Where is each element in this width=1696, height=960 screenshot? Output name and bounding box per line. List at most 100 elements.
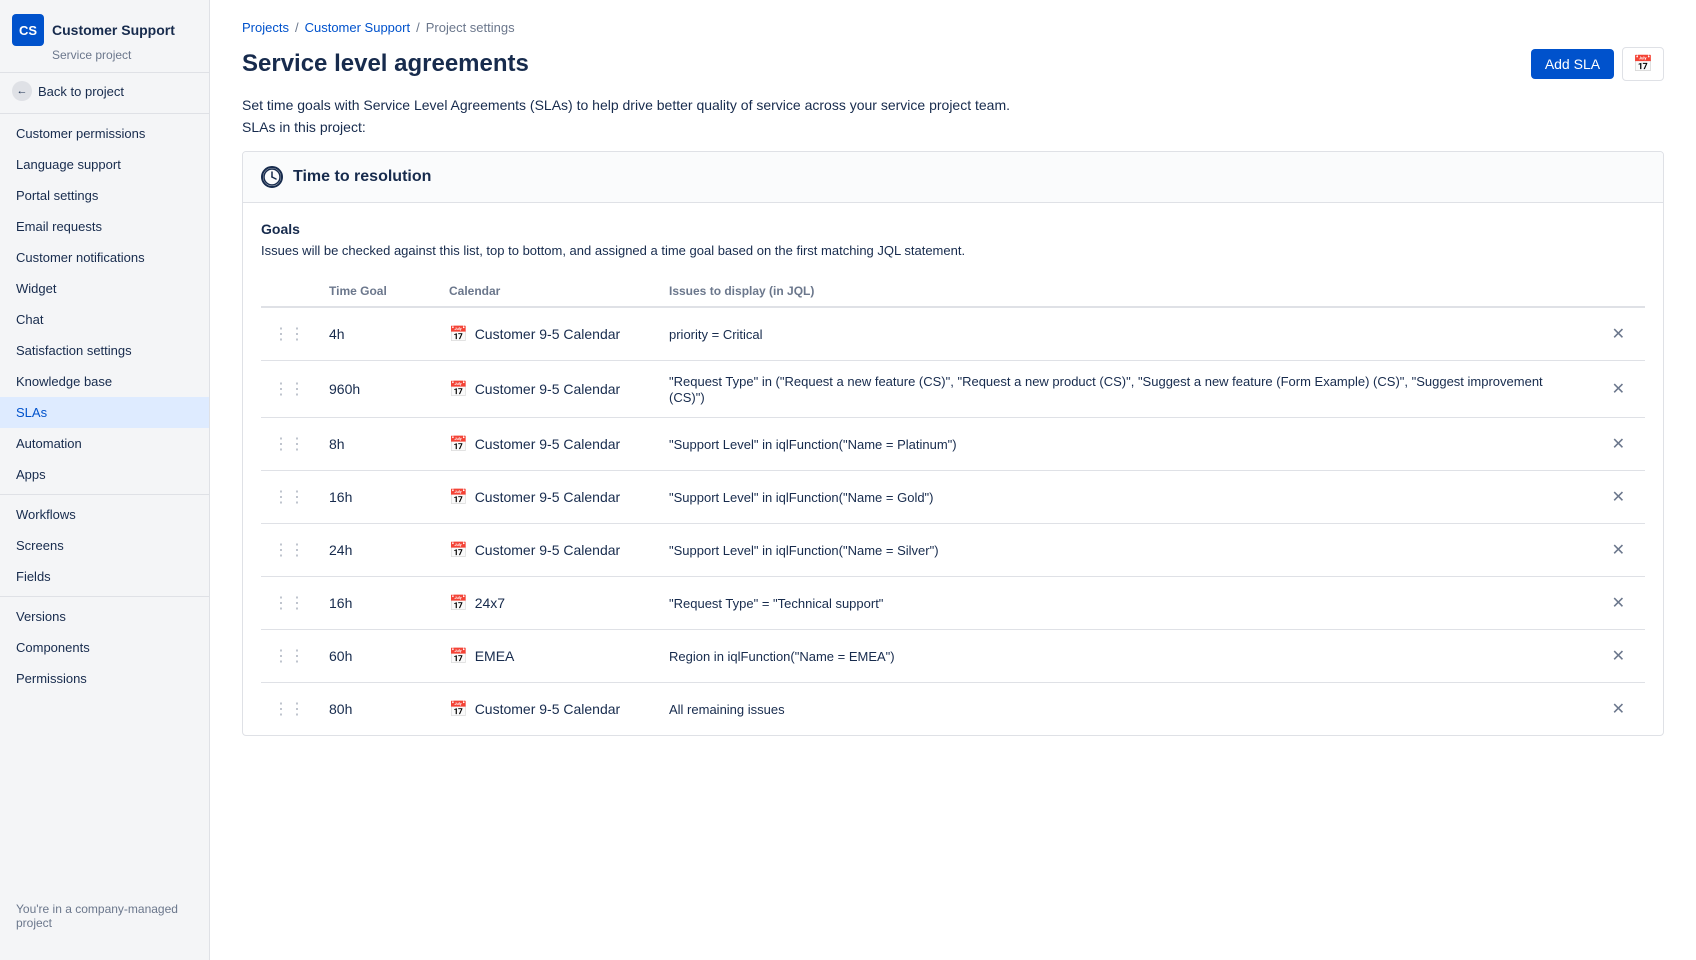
calendar-name: Customer 9-5 Calendar: [475, 326, 621, 342]
sidebar-header: CS Customer Support Service project: [0, 0, 209, 73]
sidebar-item-knowledge-base[interactable]: Knowledge base: [0, 366, 209, 397]
jql-cell: "Request Type" = "Technical support": [657, 577, 1592, 630]
sla-card: Time to resolution Goals Issues will be …: [242, 151, 1664, 736]
sidebar-item-customer-permissions[interactable]: Customer permissions: [0, 118, 209, 149]
sidebar-item-workflows[interactable]: Workflows: [0, 499, 209, 530]
calendar-icon: 📅: [449, 594, 468, 612]
remove-row-button[interactable]: ✕: [1604, 375, 1633, 403]
sidebar-divider-2: [0, 494, 209, 495]
th-remove: [1592, 276, 1645, 307]
drag-handle[interactable]: ⋮⋮: [261, 577, 317, 630]
sidebar-item-email-requests[interactable]: Email requests: [0, 211, 209, 242]
remove-row-button[interactable]: ✕: [1604, 430, 1633, 458]
back-to-project-button[interactable]: ← Back to project: [0, 73, 209, 109]
drag-handle[interactable]: ⋮⋮: [261, 307, 317, 361]
jql-cell: "Request Type" in ("Request a new featur…: [657, 361, 1592, 418]
calendar-icon: 📅: [449, 380, 468, 398]
company-managed-label: You're in a company-managed project: [0, 892, 209, 940]
sidebar-item-fields[interactable]: Fields: [0, 561, 209, 592]
remove-row-button[interactable]: ✕: [1604, 642, 1633, 670]
goals-description: Issues will be checked against this list…: [261, 243, 1645, 258]
breadcrumb-sep-2: /: [416, 20, 420, 35]
drag-handle[interactable]: ⋮⋮: [261, 471, 317, 524]
sidebar-item-apps[interactable]: Apps: [0, 459, 209, 490]
breadcrumb: Projects / Customer Support / Project se…: [242, 20, 1664, 35]
goals-title: Goals: [261, 221, 1645, 237]
drag-handle[interactable]: ⋮⋮: [261, 361, 317, 418]
sidebar-item-widget[interactable]: Widget: [0, 273, 209, 304]
time-goal-cell: 24h: [317, 524, 437, 577]
remove-row-button[interactable]: ✕: [1604, 320, 1633, 348]
breadcrumb-projects[interactable]: Projects: [242, 20, 289, 35]
sidebar-logo: CS: [12, 14, 44, 46]
sidebar-divider-3: [0, 596, 209, 597]
sla-card-title: Time to resolution: [293, 168, 431, 186]
sidebar-item-portal-settings[interactable]: Portal settings: [0, 180, 209, 211]
breadcrumb-customer-support[interactable]: Customer Support: [305, 20, 411, 35]
sidebar: CS Customer Support Service project ← Ba…: [0, 0, 210, 960]
jql-cell: Region in iqlFunction("Name = EMEA"): [657, 630, 1592, 683]
breadcrumb-sep-1: /: [295, 20, 299, 35]
sidebar-project-title: Customer Support: [52, 22, 175, 38]
sidebar-item-slas[interactable]: SLAs: [0, 397, 209, 428]
calendar-name: Customer 9-5 Calendar: [475, 701, 621, 717]
page-title: Service level agreements: [242, 50, 529, 78]
remove-cell: ✕: [1592, 683, 1645, 736]
back-arrow-icon: ←: [12, 81, 32, 101]
jql-cell: priority = Critical: [657, 307, 1592, 361]
clock-icon: [261, 166, 283, 188]
table-row: ⋮⋮ 60h 📅 EMEA Region in iqlFunction("Nam…: [261, 630, 1645, 683]
jql-text: All remaining issues: [669, 702, 785, 717]
jql-cell: "Support Level" in iqlFunction("Name = G…: [657, 471, 1592, 524]
calendar-icon: 📅: [449, 541, 468, 559]
remove-cell: ✕: [1592, 307, 1645, 361]
remove-row-button[interactable]: ✕: [1604, 536, 1633, 564]
calendar-name: Customer 9-5 Calendar: [475, 489, 621, 505]
table-row: ⋮⋮ 80h 📅 Customer 9-5 Calendar All remai…: [261, 683, 1645, 736]
sidebar-item-permissions[interactable]: Permissions: [0, 663, 209, 694]
remove-row-button[interactable]: ✕: [1604, 695, 1633, 723]
calendar-icon-button[interactable]: 📅: [1622, 47, 1664, 81]
sidebar-divider-1: [0, 113, 209, 114]
calendar-cell: 📅 Customer 9-5 Calendar: [437, 307, 657, 361]
sidebar-item-chat[interactable]: Chat: [0, 304, 209, 335]
table-row: ⋮⋮ 4h 📅 Customer 9-5 Calendar priority =…: [261, 307, 1645, 361]
sidebar-item-language-support[interactable]: Language support: [0, 149, 209, 180]
time-goal-cell: 60h: [317, 630, 437, 683]
calendar-icon: 📅: [449, 488, 468, 506]
jql-text: "Support Level" in iqlFunction("Name = P…: [669, 437, 957, 452]
jql-cell: All remaining issues: [657, 683, 1592, 736]
sidebar-item-satisfaction-settings[interactable]: Satisfaction settings: [0, 335, 209, 366]
drag-handle[interactable]: ⋮⋮: [261, 524, 317, 577]
calendar-name: Customer 9-5 Calendar: [475, 436, 621, 452]
th-calendar: Calendar: [437, 276, 657, 307]
sidebar-item-screens[interactable]: Screens: [0, 530, 209, 561]
sidebar-item-versions[interactable]: Versions: [0, 601, 209, 632]
sidebar-item-automation[interactable]: Automation: [0, 428, 209, 459]
calendar-cell: 📅 Customer 9-5 Calendar: [437, 683, 657, 736]
jql-cell: "Support Level" in iqlFunction("Name = P…: [657, 418, 1592, 471]
remove-cell: ✕: [1592, 524, 1645, 577]
drag-handle[interactable]: ⋮⋮: [261, 683, 317, 736]
calendar-cell: 📅 24x7: [437, 577, 657, 630]
remove-cell: ✕: [1592, 361, 1645, 418]
remove-cell: ✕: [1592, 471, 1645, 524]
calendar-cell: 📅 Customer 9-5 Calendar: [437, 418, 657, 471]
drag-handle[interactable]: ⋮⋮: [261, 418, 317, 471]
slas-in-project-label: SLAs in this project:: [242, 119, 1664, 135]
remove-cell: ✕: [1592, 418, 1645, 471]
sidebar-item-customer-notifications[interactable]: Customer notifications: [0, 242, 209, 273]
calendar-cell: 📅 Customer 9-5 Calendar: [437, 471, 657, 524]
add-sla-button[interactable]: Add SLA: [1531, 49, 1614, 79]
jql-text: "Request Type" = "Technical support": [669, 596, 883, 611]
remove-row-button[interactable]: ✕: [1604, 483, 1633, 511]
calendar-icon: 📅: [449, 325, 468, 343]
sidebar-item-components[interactable]: Components: [0, 632, 209, 663]
calendar-cell: 📅 Customer 9-5 Calendar: [437, 524, 657, 577]
remove-row-button[interactable]: ✕: [1604, 589, 1633, 617]
time-goal-cell: 16h: [317, 471, 437, 524]
calendar-cell: 📅 Customer 9-5 Calendar: [437, 361, 657, 418]
drag-handle[interactable]: ⋮⋮: [261, 630, 317, 683]
jql-text: "Support Level" in iqlFunction("Name = G…: [669, 490, 934, 505]
th-issues-jql: Issues to display (in JQL): [657, 276, 1592, 307]
